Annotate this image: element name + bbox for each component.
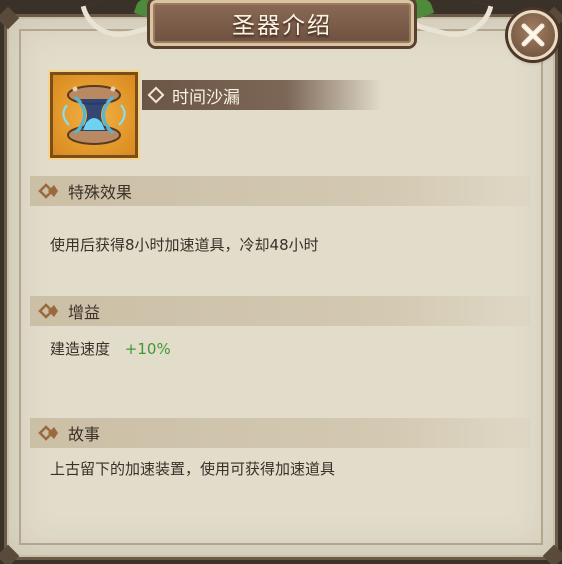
effect-description: 使用后获得8小时加速道具，冷却48小时	[50, 236, 319, 254]
section-header-buff: 增益	[30, 296, 530, 326]
close-icon	[521, 23, 545, 47]
section-header-effect: 特殊效果	[30, 176, 530, 206]
buff-row: 建造速度 +10%	[50, 338, 171, 359]
artifact-name-bar: 时间沙漏	[142, 80, 382, 110]
close-button[interactable]	[508, 10, 558, 60]
section-header-story: 故事	[30, 418, 530, 448]
section-label: 增益	[68, 303, 101, 322]
title-banner: 圣器介绍	[150, 0, 414, 46]
page-title: 圣器介绍	[232, 13, 332, 39]
diamond-chevron-icon	[38, 303, 58, 319]
frame-corner	[542, 544, 562, 564]
frame-corner	[0, 6, 20, 30]
hourglass-icon	[62, 85, 126, 145]
buff-stat-value: +10%	[124, 340, 171, 358]
frame-corner	[0, 544, 20, 564]
story-description: 上古留下的加速装置，使用可获得加速道具	[50, 460, 336, 478]
diamond-icon	[147, 86, 165, 104]
buff-stat-name: 建造速度	[50, 340, 111, 358]
diamond-chevron-icon	[38, 183, 58, 199]
artifact-name: 时间沙漏	[172, 87, 240, 108]
section-label: 特殊效果	[68, 183, 133, 202]
artifact-portrait	[50, 72, 138, 158]
diamond-chevron-icon	[38, 425, 58, 441]
section-label: 故事	[68, 425, 101, 444]
